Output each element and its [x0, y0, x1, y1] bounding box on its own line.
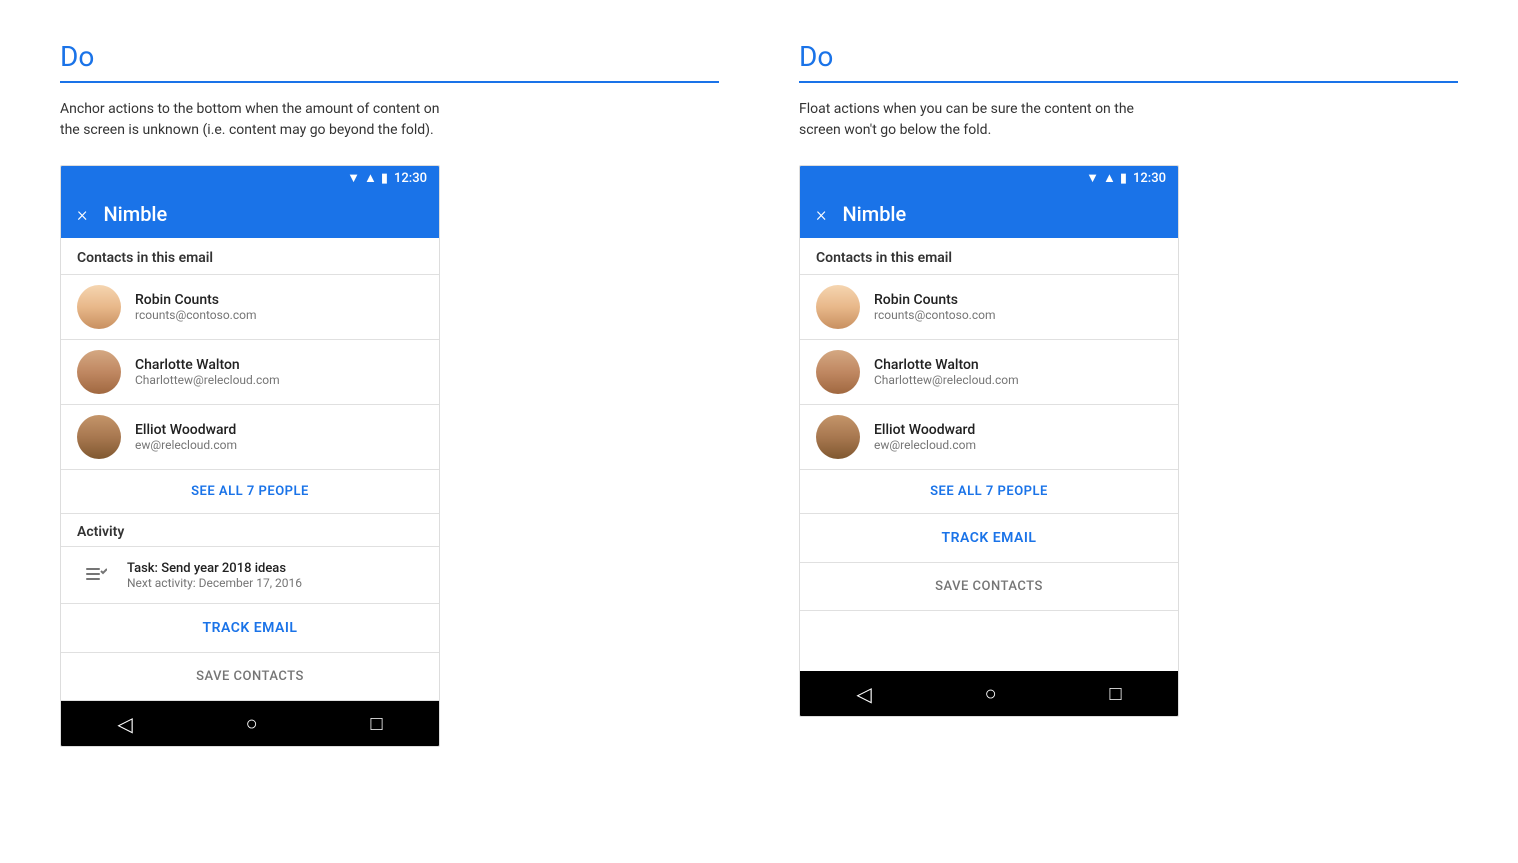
status-time-right: 12:30 — [1133, 171, 1166, 186]
content-area-right: Contacts in this email Robin Counts rcou… — [800, 238, 1178, 671]
signal-icon-left: ▲ — [364, 170, 377, 186]
app-title-right: Nimble — [842, 202, 906, 226]
contact-name-charlotte-right: Charlotte Walton — [874, 357, 1019, 373]
app-bar-right: × Nimble — [800, 190, 1178, 238]
empty-space-right — [800, 611, 1178, 671]
contact-item-elliot-left[interactable]: Elliot Woodward ew@relecloud.com — [61, 405, 439, 470]
home-button-right[interactable]: ○ — [985, 681, 997, 706]
contact-item-robin-right[interactable]: Robin Counts rcounts@contoso.com — [800, 275, 1178, 340]
avatar-charlotte-left — [77, 350, 121, 394]
phone-mockup-right: ▼ ▲ ▮ 12:30 × Nimble Contacts in this em… — [799, 165, 1179, 717]
right-panel: Do Float actions when you can be sure th… — [799, 40, 1458, 823]
status-icons-right: ▼ ▲ ▮ — [1086, 170, 1127, 186]
close-button-right[interactable]: × — [816, 202, 826, 226]
contact-email-robin-left: rcounts@contoso.com — [135, 308, 256, 322]
contact-name-robin-left: Robin Counts — [135, 292, 256, 308]
track-email-button-left[interactable]: TRACK EMAIL — [61, 604, 439, 653]
recents-button-right[interactable]: □ — [1109, 681, 1121, 706]
nav-bar-right: ◁ ○ □ — [800, 671, 1178, 716]
track-email-button-right[interactable]: TRACK EMAIL — [800, 514, 1178, 563]
left-panel: Do Anchor actions to the bottom when the… — [60, 40, 719, 823]
contact-name-elliot-right: Elliot Woodward — [874, 422, 976, 438]
status-bar-right: ▼ ▲ ▮ 12:30 — [800, 166, 1178, 190]
close-button-left[interactable]: × — [77, 202, 87, 226]
contact-info-robin-right: Robin Counts rcounts@contoso.com — [874, 292, 995, 322]
wifi-icon-right: ▼ — [1086, 170, 1099, 186]
activity-title-left: Task: Send year 2018 ideas — [127, 561, 302, 576]
contact-email-elliot-right: ew@relecloud.com — [874, 438, 976, 452]
activity-item-left[interactable]: Task: Send year 2018 ideas Next activity… — [61, 547, 439, 604]
contact-info-robin-left: Robin Counts rcounts@contoso.com — [135, 292, 256, 322]
contact-email-robin-right: rcounts@contoso.com — [874, 308, 995, 322]
app-bar-left: × Nimble — [61, 190, 439, 238]
avatar-robin-right — [816, 285, 860, 329]
contact-item-robin-left[interactable]: Robin Counts rcounts@contoso.com — [61, 275, 439, 340]
status-bar-left: ▼ ▲ ▮ 12:30 — [61, 166, 439, 190]
avatar-elliot-left — [77, 415, 121, 459]
back-button-right[interactable]: ◁ — [856, 682, 871, 706]
do-underline-right — [799, 81, 1458, 83]
nav-bar-left: ◁ ○ □ — [61, 701, 439, 746]
do-underline-left — [60, 81, 719, 83]
contact-item-charlotte-left[interactable]: Charlotte Walton Charlottew@relecloud.co… — [61, 340, 439, 405]
activity-sub-left: Next activity: December 17, 2016 — [127, 576, 302, 590]
contact-name-elliot-left: Elliot Woodward — [135, 422, 237, 438]
avatar-charlotte-right — [816, 350, 860, 394]
back-button-left[interactable]: ◁ — [117, 712, 132, 736]
contact-info-elliot-left: Elliot Woodward ew@relecloud.com — [135, 422, 237, 452]
battery-icon-left: ▮ — [381, 171, 388, 186]
contact-email-elliot-left: ew@relecloud.com — [135, 438, 237, 452]
see-all-button-right[interactable]: SEE ALL 7 PEOPLE — [800, 470, 1178, 514]
avatar-elliot-right — [816, 415, 860, 459]
wifi-icon-left: ▼ — [347, 170, 360, 186]
see-all-button-left[interactable]: SEE ALL 7 PEOPLE — [61, 470, 439, 514]
contact-email-charlotte-right: Charlottew@relecloud.com — [874, 373, 1019, 387]
contact-email-charlotte-left: Charlottew@relecloud.com — [135, 373, 280, 387]
contact-name-robin-right: Robin Counts — [874, 292, 995, 308]
contact-name-charlotte-left: Charlotte Walton — [135, 357, 280, 373]
contact-item-elliot-right[interactable]: Elliot Woodward ew@relecloud.com — [800, 405, 1178, 470]
avatar-robin-left — [77, 285, 121, 329]
status-time-left: 12:30 — [394, 171, 427, 186]
status-icons-left: ▼ ▲ ▮ — [347, 170, 388, 186]
save-contacts-button-left[interactable]: SAVE CONTACTS — [61, 653, 439, 701]
contacts-header-right: Contacts in this email — [800, 238, 1178, 275]
task-icon-left — [77, 557, 113, 593]
description-left: Anchor actions to the bottom when the am… — [60, 99, 440, 141]
save-contacts-button-right[interactable]: SAVE CONTACTS — [800, 563, 1178, 611]
content-area-left: Contacts in this email Robin Counts rcou… — [61, 238, 439, 701]
phone-mockup-left: ▼ ▲ ▮ 12:30 × Nimble Contacts in this em… — [60, 165, 440, 747]
home-button-left[interactable]: ○ — [246, 711, 258, 736]
recents-button-left[interactable]: □ — [370, 711, 382, 736]
battery-icon-right: ▮ — [1120, 171, 1127, 186]
contacts-header-left: Contacts in this email — [61, 238, 439, 275]
contact-item-charlotte-right[interactable]: Charlotte Walton Charlottew@relecloud.co… — [800, 340, 1178, 405]
contact-info-charlotte-left: Charlotte Walton Charlottew@relecloud.co… — [135, 357, 280, 387]
do-label-left: Do — [60, 40, 719, 73]
description-right: Float actions when you can be sure the c… — [799, 99, 1179, 141]
contact-info-elliot-right: Elliot Woodward ew@relecloud.com — [874, 422, 976, 452]
contact-info-charlotte-right: Charlotte Walton Charlottew@relecloud.co… — [874, 357, 1019, 387]
signal-icon-right: ▲ — [1103, 170, 1116, 186]
activity-header-left: Activity — [61, 514, 439, 547]
activity-info-left: Task: Send year 2018 ideas Next activity… — [127, 561, 302, 590]
do-label-right: Do — [799, 40, 1458, 73]
app-title-left: Nimble — [103, 202, 167, 226]
